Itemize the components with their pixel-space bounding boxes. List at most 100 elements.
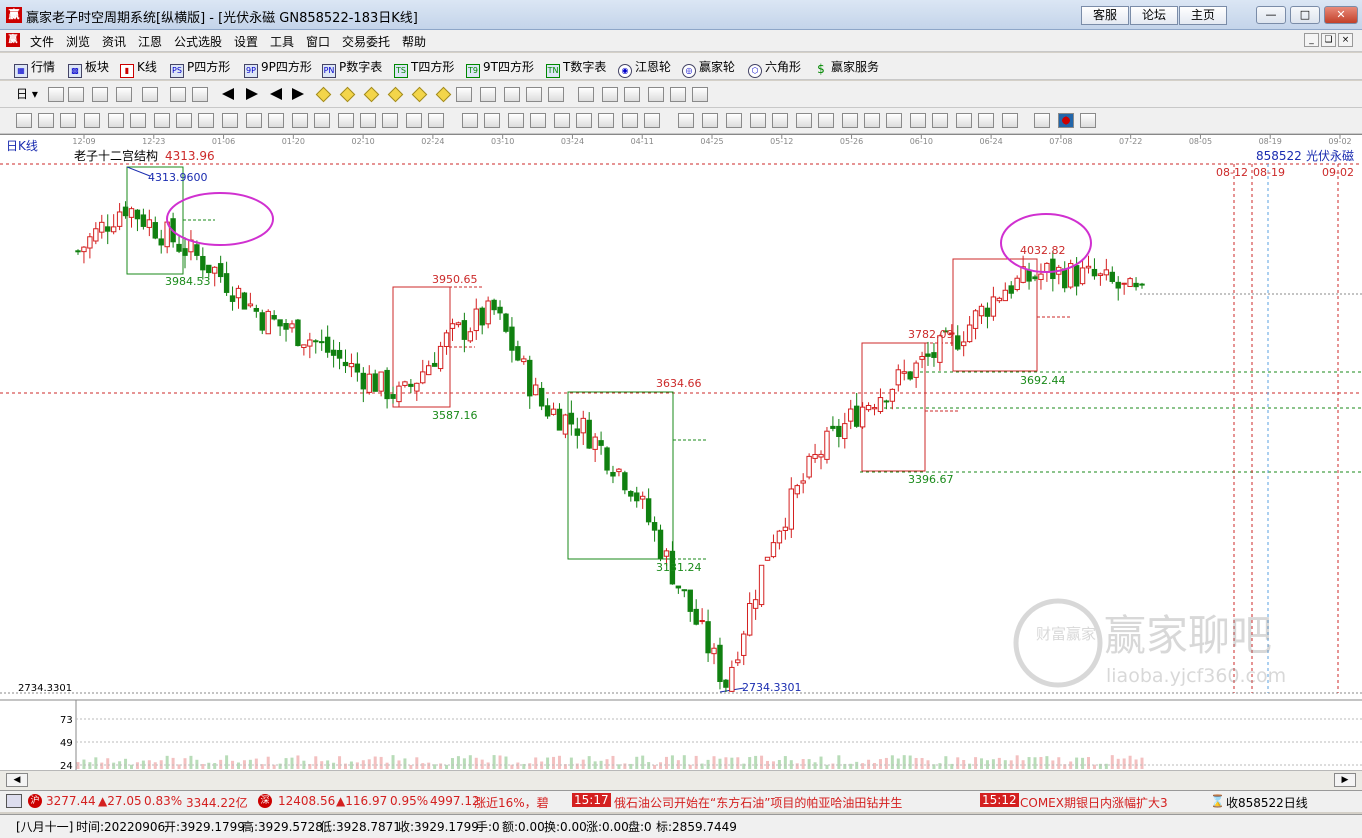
line-icon[interactable] [142,87,158,102]
infinity-icon[interactable] [1080,113,1096,128]
tool-quotes[interactable]: ▦ 行情 [14,58,55,78]
grid-view-icon[interactable] [1034,113,1050,128]
minimize-icon[interactable]: — [1256,6,1286,24]
tool-9p-square[interactable]: 9P 9P四方形 [244,58,312,78]
flag-icon[interactable] [192,87,208,102]
last-icon[interactable] [246,88,258,100]
tool-service[interactable]: $ 赢家服务 [814,58,879,76]
service-button[interactable]: 客服 [1081,6,1129,25]
percent-icon[interactable] [726,113,742,128]
menu-browse[interactable]: 浏览 [66,33,90,50]
gann-tool-37-icon[interactable] [864,113,880,128]
gann-tool-32-icon[interactable] [750,113,766,128]
gann-tool-4-icon[interactable] [84,113,100,128]
gann-tool-28-icon[interactable] [644,113,660,128]
gann-tool-3-icon[interactable] [60,113,76,128]
close-icon[interactable]: ✕ [1324,6,1358,24]
gann-tool-23-icon[interactable] [530,113,546,128]
gann-tool-27-icon[interactable] [622,113,638,128]
gann-tool-39-icon[interactable] [910,113,926,128]
copy-icon[interactable] [68,87,84,102]
gann-tool-34-icon[interactable] [796,113,812,128]
home-button[interactable]: 主页 [1179,6,1227,25]
gann-tool-43-icon[interactable] [1002,113,1018,128]
menu-info[interactable]: 资讯 [102,33,126,50]
gann-tool-42-icon[interactable] [978,113,994,128]
yinyang-icon[interactable] [1058,113,1074,128]
gann-tool-7-icon[interactable] [154,113,170,128]
tool-9t-square[interactable]: T9 9T四方形 [466,58,534,78]
gann-tool-35-icon[interactable] [818,113,834,128]
tool-kline[interactable]: ▮ K线 [120,58,157,78]
scroll-left-icon[interactable]: ◀ [6,773,28,787]
news1-text[interactable]: 俄石油公司开始在“东方石油”项目的帕亚哈油田钻井生 [614,794,902,811]
scroll-right-icon[interactable]: ▶ [1334,773,1356,787]
gann-tool-26-icon[interactable] [598,113,614,128]
gann-tool-41-icon[interactable] [956,113,972,128]
calendar-icon[interactable] [578,87,594,102]
gann-tool-16-icon[interactable] [360,113,376,128]
crosshair-icon[interactable] [480,87,496,102]
star-icon[interactable] [548,87,564,102]
gann-tool-24-icon[interactable] [554,113,570,128]
chart-scrollbar[interactable]: ◀ ▶ [0,770,1362,790]
tool-p-square[interactable]: PS P四方形 [170,58,230,78]
gann-tool-5-icon[interactable] [108,113,124,128]
status-grid-icon[interactable] [6,794,22,808]
diamond-4-icon[interactable] [387,86,404,103]
hand-icon[interactable] [456,87,472,102]
gann-tool-19-icon[interactable] [428,113,444,128]
menu-gann[interactable]: 江恩 [138,33,162,50]
gann-tool-13-icon[interactable] [292,113,308,128]
mdi-minimize-icon[interactable]: _ [1304,33,1319,47]
zoom-icon[interactable] [48,87,64,102]
gann-tool-6-icon[interactable] [130,113,146,128]
bar-icon[interactable] [116,87,132,102]
diamond-6-icon[interactable] [435,86,452,103]
gann-tool-33-icon[interactable] [772,113,788,128]
period-select[interactable]: 日 ▾ [16,85,38,103]
gann-tool-40-icon[interactable] [932,113,948,128]
prev-icon[interactable] [270,88,282,100]
gann-tool-18-icon[interactable] [406,113,422,128]
gann-tool-9-icon[interactable] [198,113,214,128]
select-icon[interactable] [170,87,186,102]
gann-tool-14-icon[interactable] [314,113,330,128]
gann-tool-17-icon[interactable] [382,113,398,128]
menu-tools[interactable]: 工具 [270,33,294,50]
mdi-restore-icon[interactable]: ❏ [1321,33,1336,47]
news-fragment[interactable]: 涨近16%，碧 [474,794,549,811]
maximize-icon[interactable]: □ [1290,6,1320,24]
menu-formula[interactable]: 公式选股 [174,33,222,50]
menu-file[interactable]: 文件 [30,33,54,50]
menu-window[interactable]: 窗口 [306,33,330,50]
diamond-5-icon[interactable] [411,86,428,103]
gann-tool-21-icon[interactable] [484,113,500,128]
kline-chart-panel[interactable]: 12-09 12-23 01-06 01-20 02-10 02-24 03-10 03-24… [0,134,1362,772]
tool-sectors[interactable]: ▩ 板块 [68,58,109,78]
gann-tool-20-icon[interactable] [462,113,478,128]
tool-p-table[interactable]: PN P数字表 [322,58,382,78]
menu-help[interactable]: 帮助 [402,33,426,50]
circle-tool-icon[interactable] [526,87,542,102]
gann-tool-10-icon[interactable] [222,113,238,128]
diamond-2-icon[interactable] [339,86,356,103]
gann-tool-22-icon[interactable] [508,113,524,128]
export-icon[interactable] [692,87,708,102]
diamond-1-icon[interactable] [315,86,332,103]
tool-yj-wheel[interactable]: ◎ 赢家轮 [682,58,735,78]
candle-icon[interactable] [92,87,108,102]
gann-tool-38-icon[interactable] [886,113,902,128]
gann-tool-29-icon[interactable] [678,113,694,128]
mdi-close-icon[interactable]: × [1338,33,1353,47]
tool-gann-wheel[interactable]: ◉ 江恩轮 [618,58,671,78]
diamond-3-icon[interactable] [363,86,380,103]
gann-tool-25-icon[interactable] [576,113,592,128]
tool-t-table[interactable]: TN T数字表 [546,58,606,78]
gann-tool-8-icon[interactable] [176,113,192,128]
menu-trade[interactable]: 交易委托 [342,33,390,50]
gann-tool-12-icon[interactable] [268,113,284,128]
forum-button[interactable]: 论坛 [1130,6,1178,25]
notes-icon[interactable] [624,87,640,102]
tool-t-square[interactable]: TS T四方形 [394,58,454,78]
